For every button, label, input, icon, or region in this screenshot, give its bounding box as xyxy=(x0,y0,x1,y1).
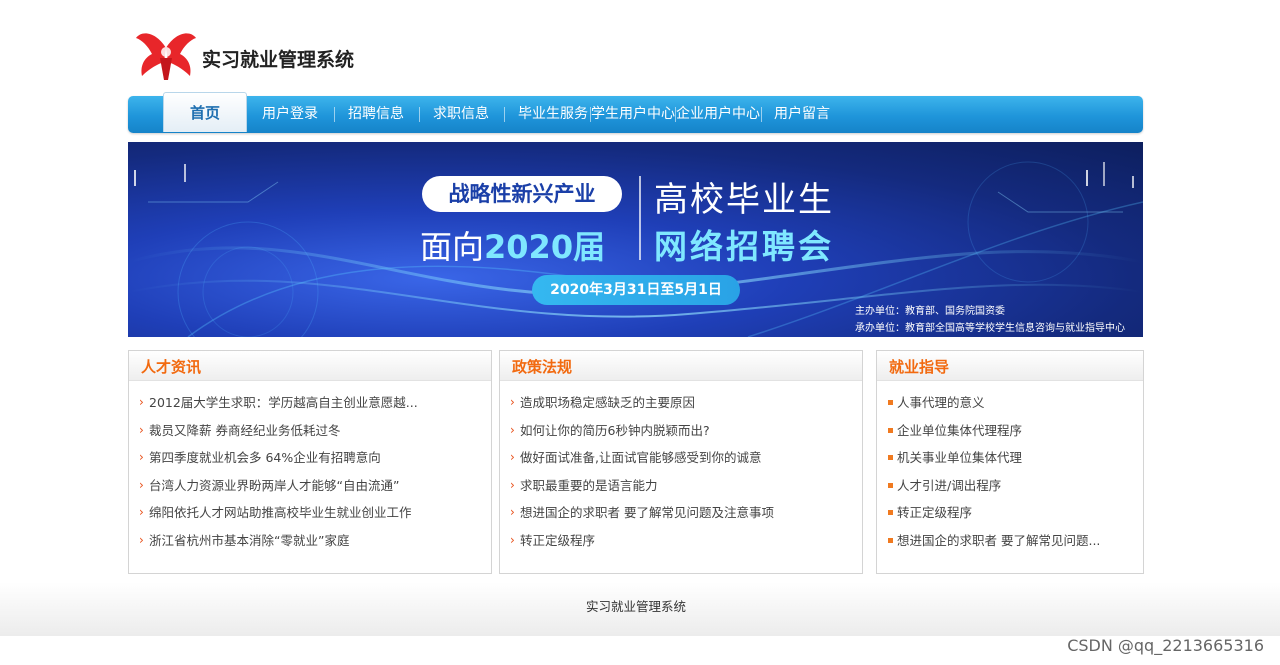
list-item[interactable]: 机关事业单位集体代理 xyxy=(877,444,1143,472)
list-item[interactable]: › 2012届大学生求职：学历越高自主创业意愿越... xyxy=(129,389,491,417)
chevron-right-icon: › xyxy=(510,505,515,520)
job-fair-banner[interactable]: 战略性新兴产业 面向2020届 高校毕业生 网络招聘会 2020年3月31日至5… xyxy=(128,142,1143,337)
chevron-right-icon: › xyxy=(139,422,144,437)
site-title: 实习就业管理系统 xyxy=(202,49,355,71)
site-header: 实习就业管理系统 xyxy=(128,26,1143,86)
list-item-link[interactable]: 裁员又降薪 券商经纪业务低耗过冬 xyxy=(149,423,340,438)
csdn-watermark: CSDN @qq_2213665316 xyxy=(1067,636,1264,655)
panel-talent-news: 人才资讯 › 2012届大学生求职：学历越高自主创业意愿越... › 裁员又降薪 券… xyxy=(128,350,492,574)
list-item[interactable]: 人事代理的意义 xyxy=(877,389,1143,417)
list-item-link[interactable]: 绵阳依托人才网站助推高校毕业生就业创业工作 xyxy=(149,505,412,520)
list-item[interactable]: › 求职最重要的是语言能力 xyxy=(500,472,862,500)
banner-organizer: 承办单位：教育部全国高等学校学生信息咨询与就业指导中心 xyxy=(855,323,1125,334)
list-item[interactable]: 想进国企的求职者 要了解常见问题... xyxy=(877,527,1143,555)
list-item[interactable]: › 如何让你的简历6秒钟内脱颖而出? xyxy=(500,417,862,445)
list-item[interactable]: 企业单位集体代理程序 xyxy=(877,417,1143,445)
panel-header: 人才资讯 xyxy=(129,351,491,381)
banner-headline-2: 网络招聘会 xyxy=(654,227,834,266)
list-item[interactable]: › 裁员又降薪 券商经纪业务低耗过冬 xyxy=(129,417,491,445)
nav-item-company-center[interactable]: 企业用户中心 xyxy=(676,96,760,133)
banner-divider xyxy=(639,176,641,260)
nav-item-student-center[interactable]: 学生用户中心 xyxy=(591,96,675,133)
nav-separator xyxy=(761,107,762,122)
list-item[interactable]: › 转正定级程序 xyxy=(500,527,862,555)
list-item[interactable]: › 台湾人力资源业界盼两岸人才能够“自由流通” xyxy=(129,472,491,500)
square-bullet-icon xyxy=(888,400,893,405)
nav-item-job-seeking[interactable]: 求职信息 xyxy=(426,96,496,133)
banner-target-prefix: 面向 xyxy=(420,228,485,266)
chevron-right-icon: › xyxy=(510,532,515,547)
policy-list: › 造成职场稳定感缺乏的主要原因 › 如何让你的简历6秒钟内脱颖而出? › 做好面试准… xyxy=(500,389,862,555)
square-bullet-icon xyxy=(888,455,893,461)
panel-title[interactable]: 政策法规 xyxy=(512,356,572,377)
square-bullet-icon xyxy=(888,537,893,543)
panel-title[interactable]: 人才资讯 xyxy=(141,356,201,377)
chevron-right-icon: › xyxy=(510,395,515,409)
footer-text: 实习就业管理系统 xyxy=(585,599,686,614)
panel-header: 就业指导 xyxy=(877,351,1143,381)
guidance-list: 人事代理的意义 企业单位集体代理程序 机关事业单位集体代理 人才引进/调出程序 … xyxy=(877,389,1143,555)
list-item-link[interactable]: 转正定级程序 xyxy=(520,533,595,548)
site-footer: 实习就业管理系统 xyxy=(0,582,1280,636)
nav-separator xyxy=(504,107,505,122)
nav-separator xyxy=(334,107,335,122)
chevron-right-icon: › xyxy=(139,395,144,409)
chevron-right-icon: › xyxy=(139,477,144,492)
nav-item-home[interactable]: 首页 xyxy=(163,92,247,132)
panel-employment-guidance: 就业指导 人事代理的意义 企业单位集体代理程序 机关事业单位集体代理 人才引进/… xyxy=(876,350,1144,574)
red-ribbon-logo-icon[interactable] xyxy=(134,28,198,82)
panel-policy: 政策法规 › 造成职场稳定感缺乏的主要原因 › 如何让你的简历6秒钟内脱颖而出? ›… xyxy=(499,350,863,574)
square-bullet-icon xyxy=(888,427,893,433)
list-item[interactable]: › 绵阳依托人才网站助推高校毕业生就业创业工作 xyxy=(129,499,491,527)
square-bullet-icon xyxy=(888,510,893,516)
banner-target-year: 面向2020届 xyxy=(420,222,605,268)
banner-headline-1: 高校毕业生 xyxy=(654,180,834,220)
panel-title[interactable]: 就业指导 xyxy=(889,356,949,377)
list-item-link[interactable]: 想进国企的求职者 要了解常见问题... xyxy=(897,533,1100,548)
list-item[interactable]: › 想进国企的求职者 要了解常见问题及注意事项 xyxy=(500,499,862,527)
list-item[interactable]: › 做好面试准备,让面试官能够感受到你的诚意 xyxy=(500,444,862,472)
chevron-right-icon: › xyxy=(139,532,144,547)
list-item-link[interactable]: 企业单位集体代理程序 xyxy=(897,423,1022,438)
list-item[interactable]: 人才引进/调出程序 xyxy=(877,472,1143,500)
nav-separator xyxy=(419,107,420,122)
list-item-link[interactable]: 做好面试准备,让面试官能够感受到你的诚意 xyxy=(520,450,761,465)
chevron-right-icon: › xyxy=(139,450,144,465)
nav-item-login[interactable]: 用户登录 xyxy=(255,96,325,133)
news-list: › 2012届大学生求职：学历越高自主创业意愿越... › 裁员又降薪 券商经纪业务… xyxy=(129,389,491,555)
list-item-link[interactable]: 2012届大学生求职：学历越高自主创业意愿越... xyxy=(149,395,418,410)
list-item-link[interactable]: 浙江省杭州市基本消除“零就业”家庭 xyxy=(149,533,349,548)
list-item-link[interactable]: 想进国企的求职者 要了解常见问题及注意事项 xyxy=(520,505,774,520)
panel-header: 政策法规 xyxy=(500,351,862,381)
chevron-right-icon: › xyxy=(510,477,515,492)
list-item-link[interactable]: 求职最重要的是语言能力 xyxy=(520,478,658,493)
list-item-link[interactable]: 机关事业单位集体代理 xyxy=(897,450,1022,465)
square-bullet-icon xyxy=(888,482,893,488)
list-item[interactable]: › 第四季度就业机会多 64%企业有招聘意向 xyxy=(129,444,491,472)
list-item-link[interactable]: 人才引进/调出程序 xyxy=(897,478,1001,493)
list-item-link[interactable]: 台湾人力资源业界盼两岸人才能够“自由流通” xyxy=(149,478,399,493)
banner-host: 主办单位：教育部、国务院国资委 xyxy=(855,306,1005,317)
nav-item-recruitment[interactable]: 招聘信息 xyxy=(341,96,411,133)
chevron-right-icon: › xyxy=(139,505,144,520)
list-item-link[interactable]: 人事代理的意义 xyxy=(897,395,985,410)
nav-item-messages[interactable]: 用户留言 xyxy=(768,96,836,133)
chevron-right-icon: › xyxy=(510,422,515,437)
list-item[interactable]: 转正定级程序 xyxy=(877,499,1143,527)
list-item-link[interactable]: 第四季度就业机会多 64%企业有招聘意向 xyxy=(149,450,381,465)
banner-date-pill: 2020年3月31日至5月1日 xyxy=(532,275,740,305)
list-item-link[interactable]: 转正定级程序 xyxy=(897,505,972,520)
banner-target-highlight: 2020届 xyxy=(484,228,606,266)
list-item-link[interactable]: 造成职场稳定感缺乏的主要原因 xyxy=(520,395,695,410)
banner-pill-industry: 战略性新兴产业 xyxy=(422,176,622,212)
chevron-right-icon: › xyxy=(510,450,515,465)
nav-item-graduate-service[interactable]: 毕业生服务 xyxy=(510,96,596,133)
main-nav: 首页 用户登录 招聘信息 求职信息 毕业生服务 学生用户中心 企业用户中心 用户… xyxy=(128,92,1143,133)
list-item[interactable]: › 浙江省杭州市基本消除“零就业”家庭 xyxy=(129,527,491,555)
list-item[interactable]: › 造成职场稳定感缺乏的主要原因 xyxy=(500,389,862,417)
list-item-link[interactable]: 如何让你的简历6秒钟内脱颖而出? xyxy=(520,423,710,438)
